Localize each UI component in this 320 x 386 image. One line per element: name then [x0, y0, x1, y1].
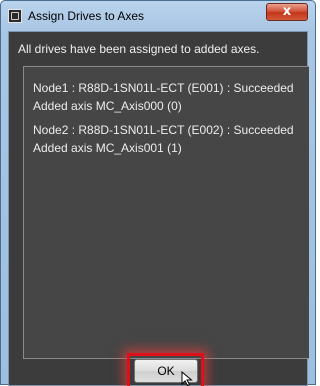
close-icon: x	[282, 4, 292, 19]
status-message: All drives have been assigned to added a…	[18, 42, 260, 56]
result-axis-line: Added axis MC_Axis000 (0)	[33, 99, 182, 113]
results-panel: Node1 : R88D-1SN01L-ECT (E001) : Succeed…	[23, 66, 309, 359]
result-node-line: Node1 : R88D-1SN01L-ECT (E001) : Succeed…	[33, 81, 294, 95]
result-entry: Node2 : R88D-1SN01L-ECT (E002) : Succeed…	[33, 121, 294, 157]
close-button[interactable]: x	[266, 3, 308, 21]
result-entry: Node1 : R88D-1SN01L-ECT (E001) : Succeed…	[33, 79, 294, 115]
title-bar[interactable]: Assign Drives to Axes x	[1, 1, 315, 31]
result-axis-line: Added axis MC_Axis001 (1)	[33, 141, 182, 155]
window-title: Assign Drives to Axes	[28, 9, 145, 23]
dialog-body: All drives have been assigned to added a…	[8, 31, 309, 386]
app-icon	[8, 9, 22, 23]
result-node-line: Node2 : R88D-1SN01L-ECT (E002) : Succeed…	[33, 123, 294, 137]
mouse-pointer-icon	[181, 371, 193, 386]
dialog-window: Assign Drives to Axes x All drives have …	[0, 0, 316, 386]
